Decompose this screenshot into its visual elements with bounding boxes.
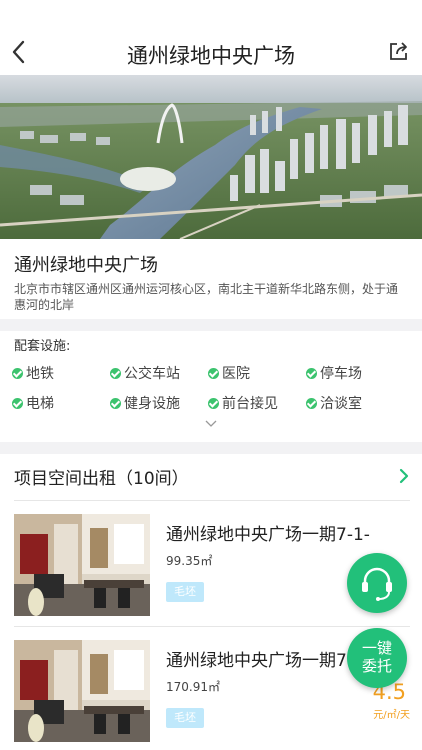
listing-area: 170.91㎡ xyxy=(166,680,220,694)
headset-icon xyxy=(362,567,392,601)
price-unit: 元/㎡/天 xyxy=(373,710,410,721)
entrust-button[interactable]: 一键委托 xyxy=(347,628,407,688)
share-icon[interactable] xyxy=(388,40,410,62)
facility-item: 健身设施 xyxy=(110,393,180,413)
project-hero-image xyxy=(0,75,422,239)
project-address: 北京市市辖区通州区通州运河核心区，南北主干道新华北路东侧，处于通惠河的北岸 xyxy=(14,282,399,312)
entrust-label: 一键委托 xyxy=(361,639,392,675)
decoration-tag: 毛坯 xyxy=(166,582,204,602)
listing-area: 99.35㎡ xyxy=(166,554,213,568)
listing-title: 通州绿地中央广场一期7 xyxy=(166,651,347,671)
facilities-panel: 配套设施: 地铁 公交车站 医院 停车场 电梯 健身设施 前台接见 洽谈室 xyxy=(0,331,422,442)
facility-item: 地铁 xyxy=(12,363,54,383)
check-icon xyxy=(110,367,121,379)
facility-item: 电梯 xyxy=(12,393,54,413)
facility-item: 停车场 xyxy=(306,363,362,383)
divider xyxy=(0,442,422,454)
listing-title: 通州绿地中央广场一期7-1- xyxy=(166,525,370,545)
check-icon xyxy=(110,397,121,409)
listing-thumbnail xyxy=(14,514,150,616)
customer-service-button[interactable] xyxy=(347,553,407,613)
listing-thumbnail xyxy=(14,640,150,742)
nav-bar: 通州绿地中央广场 xyxy=(0,0,422,75)
project-info: 通州绿地中央广场 北京市市辖区通州区通州运河核心区，南北主干道新华北路东侧，处于… xyxy=(0,239,422,319)
check-icon xyxy=(12,367,23,379)
chevron-right-icon[interactable] xyxy=(398,468,410,484)
divider xyxy=(14,500,410,501)
facility-item: 前台接见 xyxy=(208,393,278,413)
divider xyxy=(0,319,422,331)
chevron-down-icon[interactable] xyxy=(205,419,217,429)
check-icon xyxy=(208,367,219,379)
check-icon xyxy=(12,397,23,409)
project-name: 通州绿地中央广场 xyxy=(14,255,158,276)
facility-item: 洽谈室 xyxy=(306,393,362,413)
facility-item: 医院 xyxy=(208,363,250,383)
page-title: 通州绿地中央广场 xyxy=(127,44,295,68)
facility-item: 公交车站 xyxy=(110,363,180,383)
facilities-label: 配套设施: xyxy=(14,339,71,354)
check-icon xyxy=(306,367,317,379)
check-icon xyxy=(208,397,219,409)
rental-section-header[interactable]: 项目空间出租（10间） xyxy=(0,454,422,500)
divider xyxy=(14,626,410,627)
decoration-tag: 毛坯 xyxy=(166,708,204,728)
section-title: 项目空间出租（10间） xyxy=(14,469,189,489)
check-icon xyxy=(306,397,317,409)
